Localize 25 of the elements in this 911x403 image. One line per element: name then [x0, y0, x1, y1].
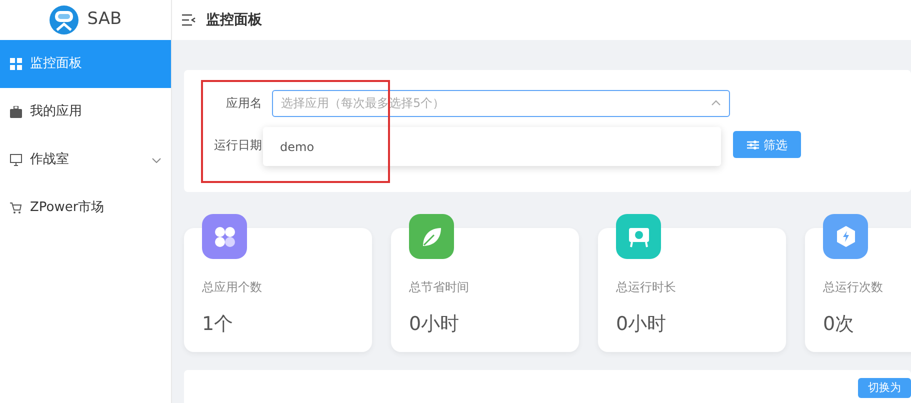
stat-label: 总运行时长 [616, 279, 677, 296]
stat-value: 0小时 [616, 312, 668, 337]
menu-fold-icon[interactable] [182, 14, 196, 26]
cart-icon [10, 202, 22, 214]
logo-text: SAB [87, 8, 122, 32]
stat-label: 总运行次数 [823, 279, 884, 296]
sliders-icon [746, 140, 758, 150]
sidebar-item[interactable]: 作战室 [0, 136, 171, 184]
stat-value: 1个 [202, 312, 234, 337]
monitor-icon [10, 154, 22, 166]
dropdown-option[interactable]: demo [280, 138, 314, 156]
stat-label: 总节省时间 [409, 279, 470, 296]
briefcase-icon [10, 106, 22, 118]
stat-label: 总应用个数 [202, 279, 263, 296]
stat-value: 0次 [823, 312, 856, 337]
sidebar-item[interactable]: ZPower市场 [0, 184, 171, 232]
page-title: 监控面板 [206, 10, 262, 30]
logo-icon [49, 5, 80, 35]
stat-value: 0小时 [409, 312, 460, 337]
field-label: 运行日期 [213, 137, 262, 154]
sidebar-item[interactable]: 我的应用 [0, 88, 171, 136]
chevron-up-icon [711, 100, 721, 106]
select-placeholder: 选择应用（每次最多选择5个） [281, 95, 445, 112]
grid-icon [10, 58, 22, 70]
field-label: 应用名 [225, 95, 262, 112]
